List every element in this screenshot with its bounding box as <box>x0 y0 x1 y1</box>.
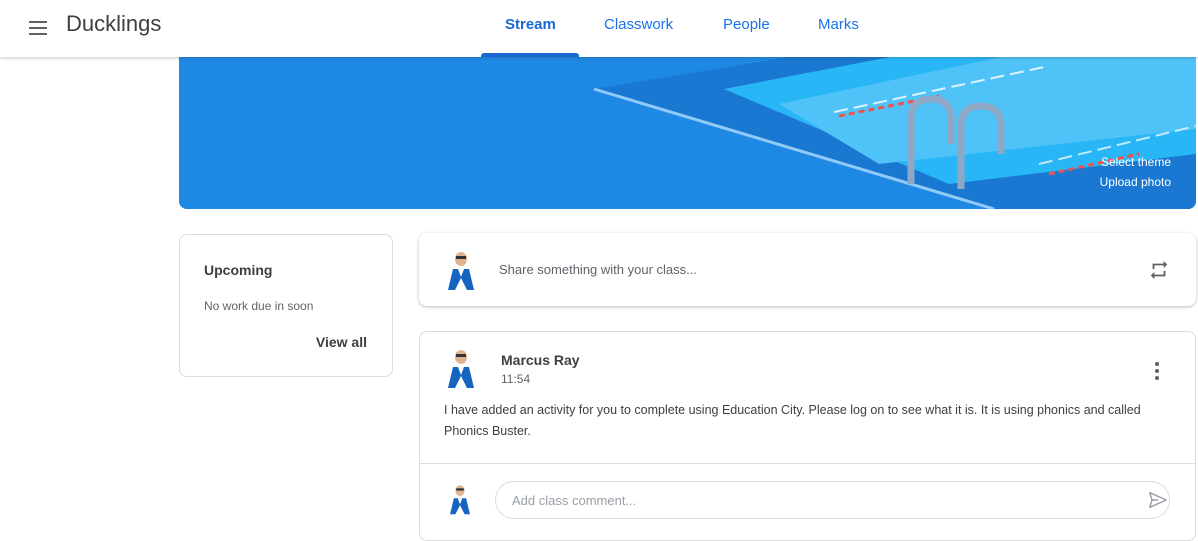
tab-classwork[interactable]: Classwork <box>604 16 673 33</box>
upcoming-empty-text: No work due in soon <box>204 299 314 313</box>
class-banner: Select theme Upload photo <box>179 44 1196 209</box>
menu-icon[interactable] <box>24 13 54 43</box>
author-avatar <box>448 350 474 388</box>
divider <box>420 463 1195 464</box>
commenter-avatar <box>450 485 470 515</box>
send-icon[interactable] <box>1147 489 1169 511</box>
class-comment-input[interactable] <box>495 481 1170 519</box>
class-title[interactable]: Ducklings <box>66 11 161 37</box>
top-app-bar: Ducklings Stream Classwork People Marks <box>0 0 1198 57</box>
more-vert-icon[interactable] <box>1147 360 1167 382</box>
swimming-pool-illustration <box>179 44 1196 209</box>
post-time: 11:54 <box>501 372 531 386</box>
view-all-button[interactable]: View all <box>316 334 367 350</box>
repost-icon[interactable] <box>1148 259 1170 281</box>
upload-photo-link[interactable]: Upload photo <box>1100 175 1171 189</box>
stream-post: Marcus Ray 11:54 I have added an activit… <box>419 331 1196 541</box>
avatar <box>448 252 474 290</box>
upcoming-card: Upcoming No work due in soon View all <box>179 234 393 377</box>
share-box[interactable]: Share something with your class... <box>419 233 1196 306</box>
post-author: Marcus Ray <box>501 352 580 368</box>
active-tab-indicator <box>481 53 579 57</box>
upcoming-title: Upcoming <box>204 262 273 278</box>
post-body: I have added an activity for you to comp… <box>444 403 1141 438</box>
tab-stream[interactable]: Stream <box>505 16 556 33</box>
select-theme-link[interactable]: Select theme <box>1101 155 1171 169</box>
tab-people[interactable]: People <box>723 16 770 33</box>
tab-marks[interactable]: Marks <box>818 16 859 33</box>
share-prompt[interactable]: Share something with your class... <box>499 262 697 277</box>
